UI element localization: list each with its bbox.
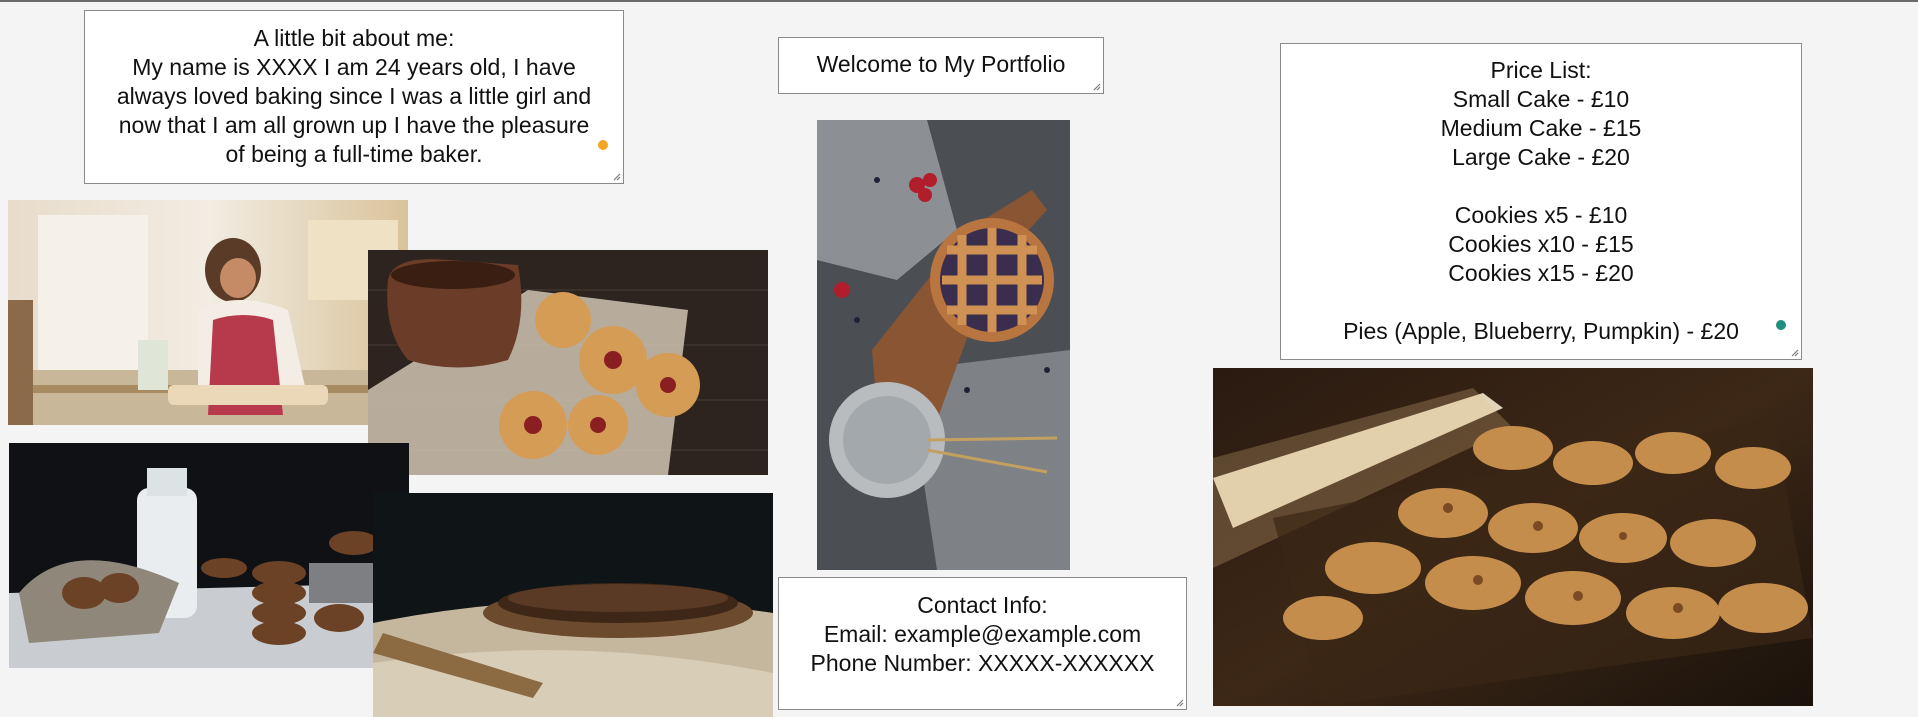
price-item: Medium Cake - £15 bbox=[1440, 115, 1642, 141]
about-line: now that I am all grown up I have the pl… bbox=[118, 112, 590, 138]
price-item: Large Cake - £20 bbox=[1452, 144, 1630, 170]
lattice-pie-photo bbox=[817, 120, 1070, 570]
milk-cookies-photo bbox=[9, 443, 409, 668]
price-spacer bbox=[1281, 288, 1801, 317]
window-top-border bbox=[0, 0, 1918, 2]
contact-heading: Contact Info: bbox=[917, 592, 1048, 618]
baker-woman-photo bbox=[8, 200, 408, 425]
resize-grip-icon[interactable] bbox=[1789, 347, 1799, 357]
price-item: Pies (Apple, Blueberry, Pumpkin) - £20 bbox=[1343, 318, 1739, 344]
contact-email: Email: example@example.com bbox=[823, 621, 1142, 647]
grammarly-dot-icon[interactable] bbox=[598, 140, 608, 150]
chocolate-tart-photo bbox=[373, 493, 773, 717]
price-item: Small Cake - £10 bbox=[1452, 86, 1630, 112]
price-spacer bbox=[1281, 172, 1801, 201]
price-heading: Price List: bbox=[1490, 57, 1592, 83]
page-title: Welcome to My Portfolio bbox=[816, 51, 1066, 77]
price-item: Cookies x15 - £20 bbox=[1448, 260, 1634, 286]
about-line: of being a full-time baker. bbox=[225, 141, 483, 167]
jam-cookies-photo bbox=[368, 250, 768, 475]
about-heading: A little bit about me: bbox=[253, 25, 455, 51]
grammarly-dot-icon[interactable] bbox=[1776, 320, 1786, 330]
resize-grip-icon[interactable] bbox=[1091, 81, 1101, 91]
resize-grip-icon[interactable] bbox=[611, 171, 621, 181]
price-list-textarea[interactable]: Price List: Small Cake - £10 Medium Cake… bbox=[1280, 43, 1802, 360]
about-line: My name is XXXX I am 24 years old, I hav… bbox=[132, 54, 576, 80]
resize-grip-icon[interactable] bbox=[1174, 697, 1184, 707]
about-me-textarea[interactable]: A little bit about me: My name is XXXX I… bbox=[84, 10, 624, 184]
price-item: Cookies x5 - £10 bbox=[1454, 202, 1628, 228]
price-item: Cookies x10 - £15 bbox=[1448, 231, 1634, 257]
oven-pastries-photo bbox=[1213, 368, 1813, 706]
contact-info-textarea[interactable]: Contact Info: Email: example@example.com… bbox=[778, 577, 1187, 710]
contact-phone: Phone Number: XXXXX-XXXXXX bbox=[810, 650, 1155, 676]
welcome-textarea[interactable]: Welcome to My Portfolio bbox=[778, 37, 1104, 94]
about-line: always loved baking since I was a little… bbox=[116, 83, 592, 109]
